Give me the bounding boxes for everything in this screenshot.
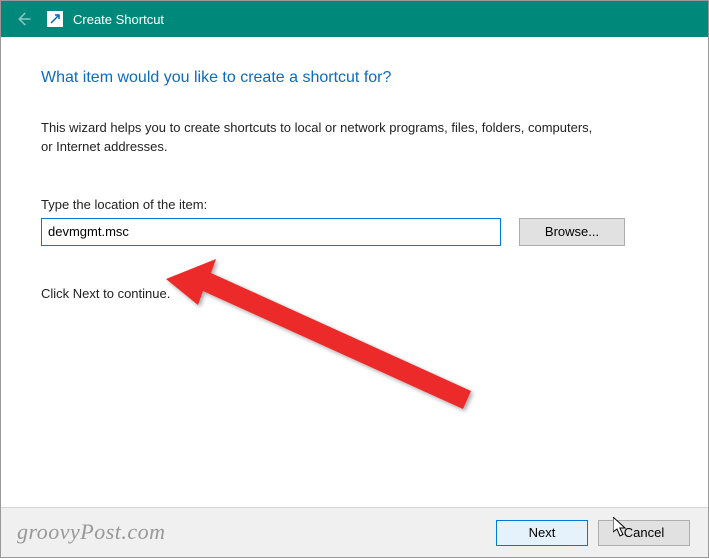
titlebar: Create Shortcut bbox=[1, 1, 708, 37]
window-title: Create Shortcut bbox=[73, 12, 164, 27]
shortcut-app-icon bbox=[47, 11, 63, 27]
cancel-button[interactable]: Cancel bbox=[598, 520, 690, 546]
wizard-content: What item would you like to create a sho… bbox=[1, 37, 708, 301]
continue-hint: Click Next to continue. bbox=[41, 286, 668, 301]
next-button[interactable]: Next bbox=[496, 520, 588, 546]
page-heading: What item would you like to create a sho… bbox=[41, 69, 668, 87]
wizard-footer: Next Cancel bbox=[1, 507, 708, 557]
page-description: This wizard helps you to create shortcut… bbox=[41, 119, 601, 157]
browse-button[interactable]: Browse... bbox=[519, 218, 625, 246]
location-input[interactable] bbox=[41, 218, 501, 246]
back-arrow-icon[interactable] bbox=[9, 5, 37, 33]
location-field-label: Type the location of the item: bbox=[41, 197, 668, 212]
location-field-row: Browse... bbox=[41, 218, 668, 246]
